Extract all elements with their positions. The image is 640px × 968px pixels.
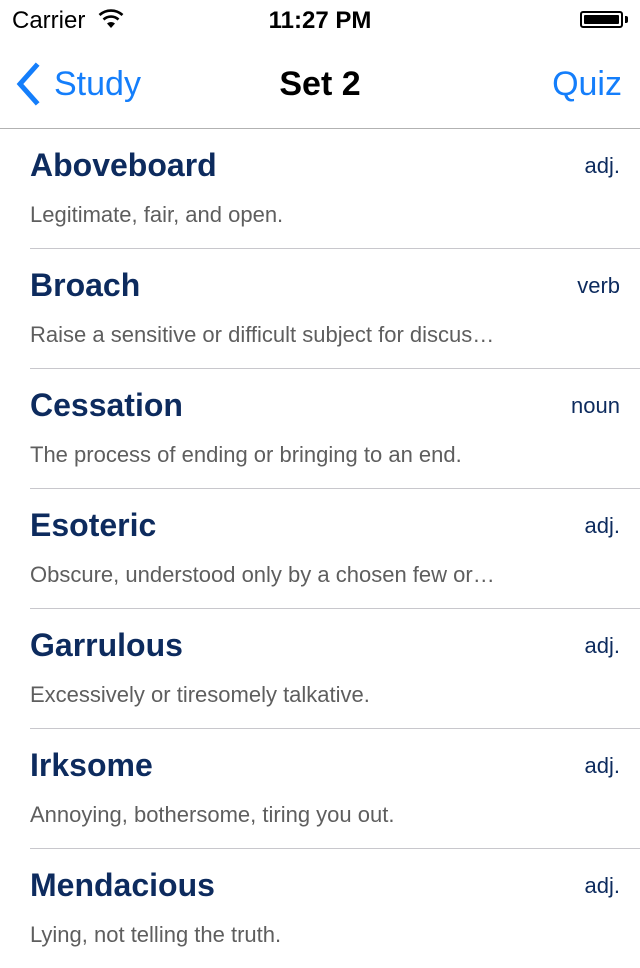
part-of-speech: adj. (584, 873, 620, 898)
word-title: Cessation (30, 387, 183, 423)
word-definition: The process of ending or bringing to an … (30, 442, 462, 467)
clock: 11:27 PM (268, 7, 372, 34)
part-of-speech: adj. (584, 633, 620, 658)
part-of-speech: adj. (584, 753, 620, 778)
word-title: Esoteric (30, 507, 157, 543)
list-item[interactable]: Cessation noun The process of ending or br… (30, 369, 640, 489)
part-of-speech: adj. (584, 513, 620, 538)
status-bar: Carrier 11:27 PM (0, 0, 640, 40)
battery-fill (584, 15, 619, 24)
word-definition: Raise a sensitive or difficult subject f… (30, 322, 495, 347)
navigation-bar: Study Set 2 Quiz (0, 40, 640, 129)
battery-icon (580, 11, 623, 28)
list-item[interactable]: Aboveboard adj. Legitimate, fair, and open… (30, 129, 640, 249)
list-item[interactable]: Garrulous adj. Excessively or tiresomely t… (30, 609, 640, 729)
word-title: Mendacious (30, 867, 215, 903)
word-definition: Excessively or tiresomely talkative. (30, 682, 370, 707)
list-item[interactable]: Esoteric adj. Obscure, understood only by … (30, 489, 640, 609)
list-item[interactable]: Broach verb Raise a sensitive or difficult… (30, 249, 640, 369)
word-definition: Annoying, bothersome, tiring you out. (30, 802, 395, 827)
battery-tip (625, 16, 628, 23)
word-title: Aboveboard (30, 147, 217, 183)
part-of-speech: adj. (584, 153, 620, 178)
word-definition: Obscure, understood only by a chosen few… (30, 562, 495, 587)
word-list: Aboveboard adj. Legitimate, fair, and open… (0, 129, 640, 968)
word-definition: Legitimate, fair, and open. (30, 202, 284, 227)
list-item[interactable]: Mendacious adj. Lying, not telling the tru… (30, 849, 640, 968)
list-item[interactable]: Irksome adj. Annoying, bothersome, tiring … (30, 729, 640, 849)
part-of-speech: verb (577, 273, 620, 298)
page-title: Set 2 (279, 65, 361, 103)
quiz-button[interactable]: Quiz (552, 64, 622, 104)
part-of-speech: noun (571, 393, 620, 418)
word-definition: Lying, not telling the truth. (30, 922, 282, 947)
word-title: Irksome (30, 747, 153, 783)
word-title: Broach (30, 267, 141, 303)
word-title: Garrulous (30, 627, 183, 663)
